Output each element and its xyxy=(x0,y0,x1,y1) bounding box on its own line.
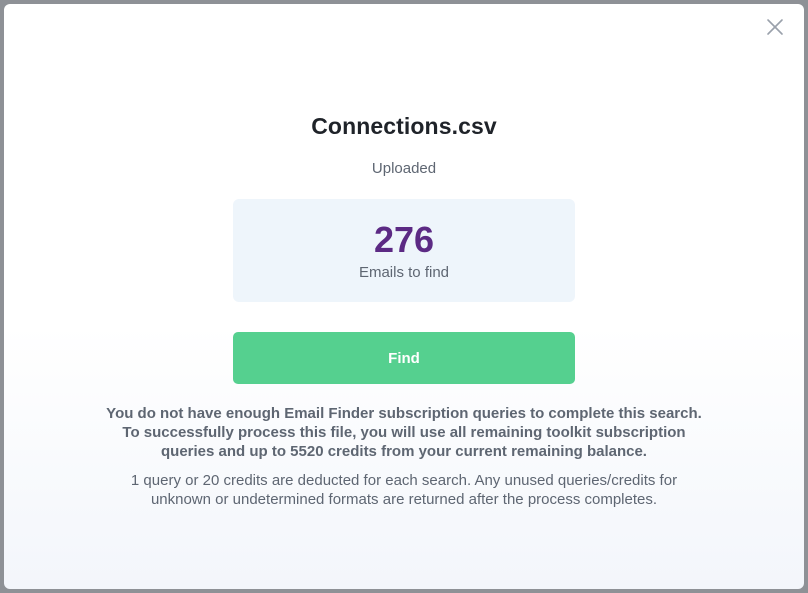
insufficient-queries-warning: You do not have enough Email Finder subs… xyxy=(84,404,724,461)
warning-line: To successfully process this file, you w… xyxy=(122,424,686,441)
upload-dialog: Connections.csv Uploaded 276 Emails to f… xyxy=(4,4,804,589)
credits-note: 1 query or 20 credits are deducted for e… xyxy=(84,471,724,509)
note-line: unknown or undetermined formats are retu… xyxy=(150,491,658,508)
emails-count-card: 276 Emails to find xyxy=(233,199,575,302)
find-button[interactable]: Find xyxy=(233,332,575,384)
close-button[interactable] xyxy=(764,16,786,38)
upload-status: Uploaded xyxy=(371,160,437,177)
emails-count-value: 276 xyxy=(373,219,435,260)
note-line: 1 query or 20 credits are deducted for e… xyxy=(130,472,678,489)
warning-line: queries and up to 5520 credits from your… xyxy=(161,443,647,460)
emails-count-label: Emails to find xyxy=(358,264,450,281)
warning-line: You do not have enough Email Finder subs… xyxy=(106,405,702,422)
close-icon xyxy=(767,19,783,35)
file-name-title: Connections.csv xyxy=(311,113,497,139)
